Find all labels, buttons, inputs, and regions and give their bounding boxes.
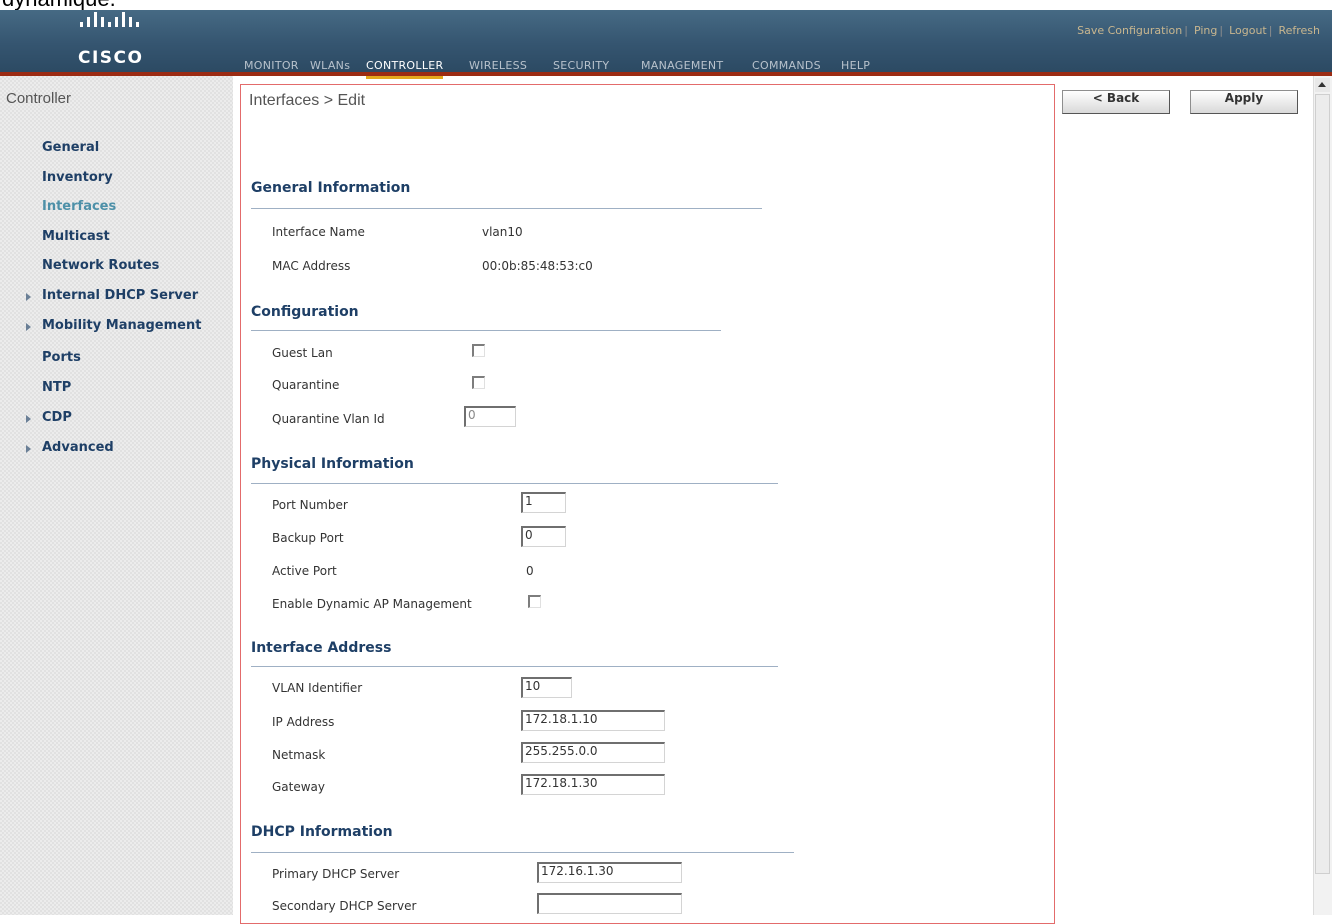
active-port-label: Active Port xyxy=(272,564,337,578)
mac-address-value: 00:0b:85:48:53:c0 xyxy=(482,259,593,273)
section-configuration: Configuration xyxy=(251,304,359,320)
section-divider xyxy=(251,208,762,209)
primary-dhcp-server-label: Primary DHCP Server xyxy=(272,867,400,881)
page-title: Interfaces > Edit xyxy=(249,92,366,109)
expand-arrow-icon[interactable] xyxy=(26,293,31,301)
guest-lan-label: Guest Lan xyxy=(272,346,333,360)
back-button[interactable]: < Back xyxy=(1062,90,1170,114)
sidebar-item-cdp[interactable]: CDP xyxy=(42,410,72,425)
section-dhcp-information: DHCP Information xyxy=(251,824,393,840)
section-divider xyxy=(251,666,778,667)
section-general-information: General Information xyxy=(251,180,411,196)
section-divider xyxy=(251,483,778,484)
port-number-input[interactable]: 1 xyxy=(521,492,566,513)
vlan-identifier-label: VLAN Identifier xyxy=(272,681,363,695)
mac-address-label: MAC Address xyxy=(272,259,351,273)
backup-port-input[interactable]: 0 xyxy=(521,526,566,547)
dynamic-ap-management-label: Enable Dynamic AP Management xyxy=(272,597,472,611)
ip-address-label: IP Address xyxy=(272,715,335,729)
nav-controller[interactable]: CONTROLLER xyxy=(366,59,444,79)
netmask-label: Netmask xyxy=(272,748,326,762)
netmask-input[interactable]: 255.255.0.0 xyxy=(521,742,665,763)
scrollbar-thumb[interactable] xyxy=(1315,94,1330,874)
expand-arrow-icon[interactable] xyxy=(26,415,31,423)
sidebar-item-mobility-management[interactable]: Mobility Management xyxy=(42,318,201,333)
guest-lan-checkbox[interactable] xyxy=(472,344,485,357)
apply-button[interactable]: Apply xyxy=(1190,90,1298,114)
active-port-value: 0 xyxy=(526,564,534,578)
sidebar-item-advanced[interactable]: Advanced xyxy=(42,440,114,455)
content-panel xyxy=(240,84,1055,924)
top-links: Save Configuration | Ping | Logout | Refresh xyxy=(1077,24,1320,37)
quarantine-label: Quarantine xyxy=(272,378,340,392)
interface-name-value: vlan10 xyxy=(482,225,523,239)
sidebar-item-ntp[interactable]: NTP xyxy=(42,380,71,395)
sidebar-item-ports[interactable]: Ports xyxy=(42,350,81,365)
port-number-label: Port Number xyxy=(272,498,348,512)
sidebar-item-multicast[interactable]: Multicast xyxy=(42,229,110,244)
section-physical-information: Physical Information xyxy=(251,456,414,472)
cisco-logo: CISCO xyxy=(78,12,168,75)
expand-arrow-icon[interactable] xyxy=(26,445,31,453)
sidebar-item-internal-dhcp-server[interactable]: Internal DHCP Server xyxy=(42,288,198,303)
cropped-caption-text: dynamique. xyxy=(2,0,116,10)
refresh-link[interactable]: Refresh xyxy=(1278,24,1320,37)
logout-link[interactable]: Logout xyxy=(1229,24,1267,37)
interface-name-label: Interface Name xyxy=(272,225,365,239)
ping-link[interactable]: Ping xyxy=(1194,24,1217,37)
secondary-dhcp-server-label: Secondary DHCP Server xyxy=(272,899,417,913)
section-divider xyxy=(251,330,721,331)
logo-text: CISCO xyxy=(78,48,144,68)
quarantine-checkbox[interactable] xyxy=(472,376,485,389)
gateway-label: Gateway xyxy=(272,780,326,794)
ip-address-input[interactable]: 172.18.1.10 xyxy=(521,710,665,731)
section-interface-address: Interface Address xyxy=(251,640,392,656)
save-configuration-link[interactable]: Save Configuration xyxy=(1077,24,1182,37)
sidebar-title: Controller xyxy=(6,90,72,107)
sidebar-item-network-routes[interactable]: Network Routes xyxy=(42,258,159,273)
primary-dhcp-server-input[interactable]: 172.16.1.30 xyxy=(537,862,682,883)
secondary-dhcp-server-input[interactable] xyxy=(537,893,682,914)
quarantine-vlan-id-label: Quarantine Vlan Id xyxy=(272,412,385,426)
cropped-caption: dynamique. xyxy=(0,0,1332,10)
sidebar-item-general[interactable]: General xyxy=(42,140,99,155)
vlan-identifier-input[interactable]: 10 xyxy=(521,677,572,698)
sidebar-item-interfaces[interactable]: Interfaces xyxy=(42,199,116,214)
sidebar-item-inventory[interactable]: Inventory xyxy=(42,170,113,185)
sidebar: Controller General Inventory Interfaces … xyxy=(0,76,233,915)
section-divider xyxy=(251,852,794,853)
backup-port-label: Backup Port xyxy=(272,531,344,545)
gateway-input[interactable]: 172.18.1.30 xyxy=(521,774,665,795)
header-bar: CISCO Save Configuration | Ping | Logout | Ref… xyxy=(0,10,1332,79)
expand-arrow-icon[interactable] xyxy=(26,323,31,331)
quarantine-vlan-id-input[interactable]: 0 xyxy=(464,406,516,427)
dynamic-ap-management-checkbox[interactable] xyxy=(528,595,541,608)
scroll-up-arrow-icon[interactable] xyxy=(1315,78,1330,92)
